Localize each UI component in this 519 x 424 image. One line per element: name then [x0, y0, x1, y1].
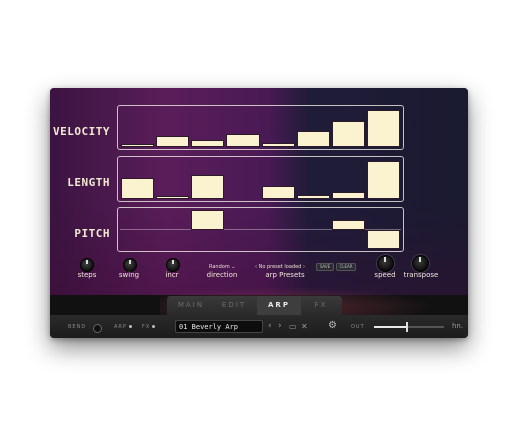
tab-fx[interactable]: FX — [303, 296, 339, 315]
length-step-8[interactable] — [366, 161, 400, 199]
save-button[interactable]: SAVE — [316, 263, 334, 271]
fx-toggle[interactable]: FX — [142, 324, 156, 330]
speed-knob[interactable] — [377, 255, 394, 272]
pitch-step-7[interactable] — [331, 219, 365, 230]
velocity-label: VELOCITY — [53, 125, 110, 138]
out-slider-thumb[interactable] — [405, 322, 408, 332]
out-label: OUT — [351, 324, 365, 330]
velocity-grid[interactable] — [117, 105, 404, 150]
chevron-down-icon: ⌄ — [231, 264, 236, 270]
direction-value: Random — [209, 264, 230, 270]
incr-knob[interactable] — [166, 258, 180, 272]
arp-presets-label: arp Presets — [265, 271, 305, 279]
swing-label: swing — [118, 271, 140, 279]
chevron-left-icon[interactable]: ‹ — [268, 322, 272, 331]
length-step-7[interactable] — [331, 192, 365, 199]
speed-label: speed — [374, 271, 396, 279]
velocity-step-3[interactable] — [191, 139, 225, 147]
preset-nav[interactable]: ‹ No preset loaded › — [255, 264, 305, 270]
length-step-3[interactable] — [191, 175, 225, 199]
length-step-5[interactable] — [261, 185, 295, 199]
tab-arp[interactable]: ARP — [257, 296, 301, 315]
preset-name-field[interactable]: 01 Beverly Arp — [175, 320, 263, 333]
length-step-2[interactable] — [156, 195, 190, 199]
transpose-knob[interactable] — [412, 255, 429, 272]
clear-button[interactable]: CLEAR — [336, 263, 356, 271]
velocity-step-7[interactable] — [331, 121, 365, 147]
pitch-grid[interactable] — [117, 207, 404, 252]
incr-label: incr — [165, 271, 179, 279]
chevron-right-icon[interactable]: › — [303, 264, 305, 270]
arp-toggle[interactable]: ARP — [114, 324, 132, 330]
chevron-right-icon[interactable]: › — [278, 322, 282, 331]
preset-nav-text: No preset loaded — [258, 264, 302, 270]
out-slider[interactable] — [374, 322, 444, 332]
save-file-icon[interactable]: ▭ — [289, 322, 297, 331]
tab-bar: MAIN EDIT ARP FX — [167, 296, 342, 315]
length-step-1[interactable] — [121, 178, 155, 199]
gear-icon[interactable]: ⚙ — [328, 321, 337, 331]
velocity-step-8[interactable] — [366, 110, 400, 147]
out-slider-fill — [374, 326, 406, 328]
length-label: LENGTH — [67, 176, 110, 189]
steps-knob[interactable] — [80, 258, 94, 272]
velocity-step-4[interactable] — [226, 133, 260, 147]
length-step-6[interactable] — [296, 195, 330, 199]
velocity-step-6[interactable] — [296, 131, 330, 147]
tab-main[interactable]: MAIN — [169, 296, 213, 315]
length-grid[interactable] — [117, 156, 404, 202]
transpose-label: transpose — [403, 271, 439, 279]
velocity-step-1[interactable] — [121, 144, 155, 147]
velocity-step-5[interactable] — [261, 142, 295, 147]
close-icon[interactable]: ✕ — [301, 322, 308, 331]
swing-knob[interactable] — [123, 258, 137, 272]
fx-toggle-label: FX — [142, 324, 151, 330]
direction-label: direction — [206, 271, 238, 279]
direction-select[interactable]: Random ⌄ — [209, 264, 236, 270]
brand-logo: hn. — [452, 322, 464, 330]
bottom-bar: BEND ARP FX 01 Beverly Arp ‹ › ▭ ✕ ⚙ OUT… — [50, 315, 468, 338]
bend-knob[interactable] — [93, 324, 102, 333]
pitch-step-3[interactable] — [191, 210, 225, 230]
arp-toggle-label: ARP — [114, 324, 127, 330]
pitch-label: PITCH — [74, 227, 110, 240]
bend-label: BEND — [68, 324, 87, 330]
steps-label: steps — [77, 271, 97, 279]
plugin-window: VELOCITY LENGTH PITCH steps swing incr R… — [50, 88, 468, 338]
velocity-step-2[interactable] — [156, 135, 190, 147]
arp-indicator-icon — [128, 325, 132, 328]
pitch-step-8[interactable] — [366, 229, 400, 249]
tab-edit[interactable]: EDIT — [213, 296, 255, 315]
fx-indicator-icon — [152, 325, 156, 328]
